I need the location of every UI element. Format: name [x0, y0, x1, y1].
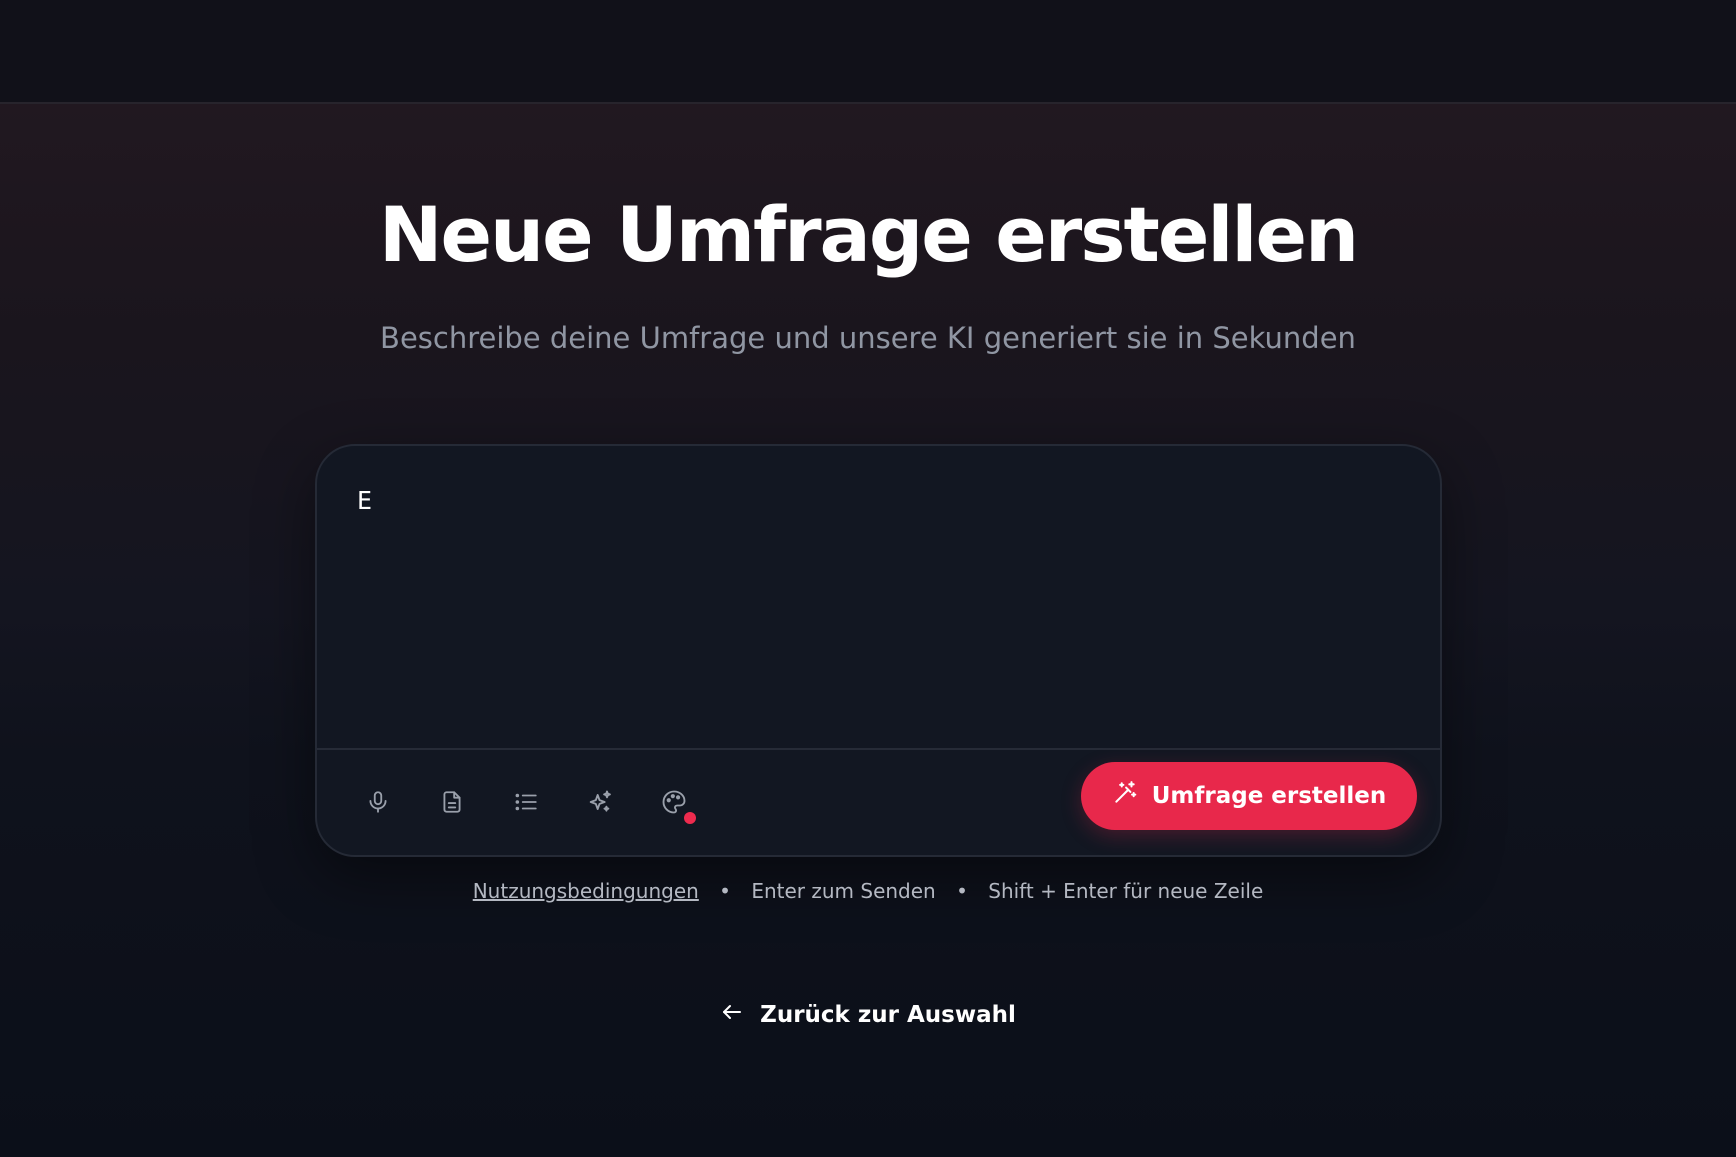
palette-icon — [660, 788, 696, 824]
list-button[interactable] — [506, 782, 546, 822]
create-survey-label: Umfrage erstellen — [1151, 783, 1387, 809]
enter-hint: Enter zum Senden — [751, 879, 936, 903]
top-bar — [0, 0, 1736, 104]
survey-prompt-input[interactable] — [317, 446, 1440, 748]
sparkles-button[interactable] — [580, 782, 620, 822]
terms-link[interactable]: Nutzungsbedingungen — [473, 879, 699, 903]
magic-wand-icon — [1112, 780, 1138, 812]
list-icon — [513, 789, 539, 815]
sparkles-icon — [586, 788, 614, 816]
palette-button[interactable] — [654, 782, 696, 824]
arrow-left-icon — [720, 1000, 744, 1030]
back-link-container: Zurück zur Auswahl — [0, 1000, 1736, 1030]
palette-badge — [684, 812, 696, 824]
hint-separator: • — [719, 879, 731, 903]
microphone-button[interactable] — [358, 782, 398, 822]
back-label: Zurück zur Auswahl — [760, 1002, 1016, 1028]
document-button[interactable] — [432, 782, 472, 822]
page-subtitle: Beschreibe deine Umfrage und unsere KI g… — [380, 321, 1356, 355]
create-survey-button[interactable]: Umfrage erstellen — [1081, 762, 1417, 830]
shift-enter-hint: Shift + Enter für neue Zeile — [988, 879, 1264, 903]
composer-toolbar: Umfrage erstellen — [317, 748, 1440, 855]
back-to-selection-link[interactable]: Zurück zur Auswahl — [720, 1000, 1016, 1030]
document-icon — [439, 789, 465, 815]
microphone-icon — [365, 789, 391, 815]
page-title: Neue Umfrage erstellen — [378, 190, 1359, 279]
composer-hints: Nutzungsbedingungen • Enter zum Senden •… — [0, 874, 1736, 908]
hint-separator: • — [956, 879, 968, 903]
survey-composer: Umfrage erstellen — [315, 444, 1442, 857]
